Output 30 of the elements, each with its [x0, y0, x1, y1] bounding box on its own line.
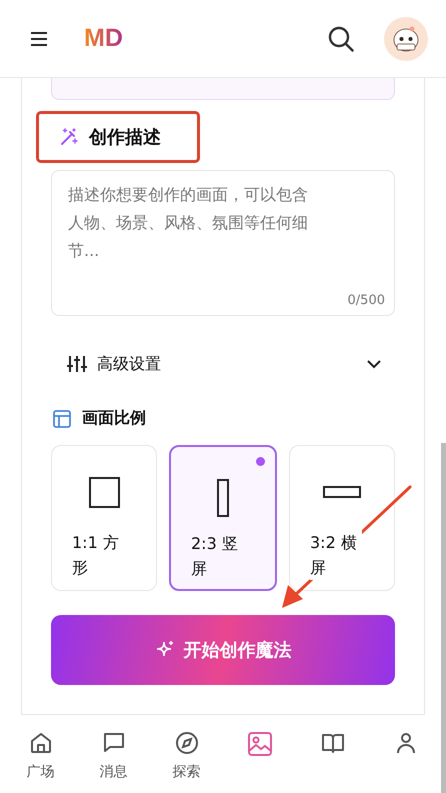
avatar-icon[interactable]: [384, 16, 428, 60]
compass-icon: [174, 731, 198, 755]
chat-icon: [102, 731, 126, 755]
ratio-option[interactable]: 1:1 方形: [51, 445, 157, 591]
tab[interactable]: 消息: [77, 715, 150, 793]
scrollbar[interactable]: [441, 443, 446, 793]
image-icon: [246, 731, 272, 757]
character-counter: 0/500: [348, 293, 385, 308]
advanced-settings-label: 高级设置: [97, 354, 161, 374]
ratio-option[interactable]: 3:2 横屏: [289, 445, 395, 591]
selected-dot: [256, 457, 265, 466]
tab[interactable]: 广场: [4, 715, 77, 793]
portrait-rectangle-icon: [217, 479, 229, 517]
generate-button[interactable]: 开始创作魔法: [51, 615, 395, 685]
tab[interactable]: 探索: [150, 715, 223, 793]
search-icon[interactable]: [328, 26, 354, 52]
home-icon: [28, 731, 52, 755]
advanced-settings-toggle[interactable]: 高级设置: [51, 349, 395, 379]
layout-icon: [53, 410, 71, 428]
section-title: 创作描述: [89, 126, 161, 149]
ratio-option[interactable]: 2:3 竖屏: [169, 445, 277, 591]
magic-wand-icon: [59, 127, 79, 147]
ratio-label: 3:2 横屏: [310, 530, 362, 580]
section-title: 画面比例: [82, 408, 146, 429]
sliders-icon: [67, 355, 87, 373]
menu-icon[interactable]: [30, 32, 48, 46]
landscape-rectangle-icon: [323, 486, 361, 498]
square-icon: [88, 476, 120, 508]
book-icon: [320, 731, 344, 755]
chevron-icon: [367, 360, 381, 368]
